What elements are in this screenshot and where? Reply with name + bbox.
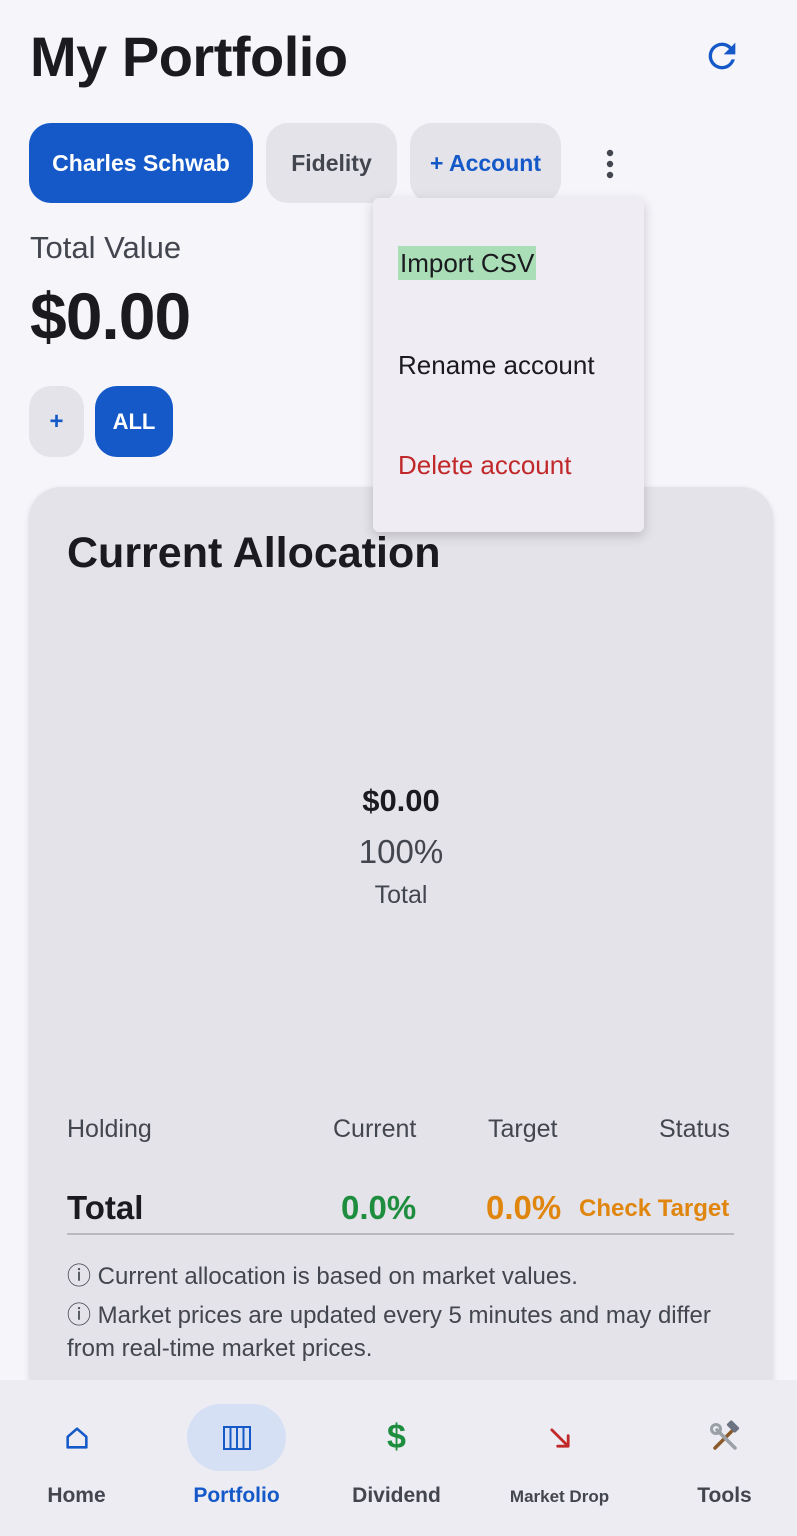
- menu-item-rename-account[interactable]: Rename account: [398, 350, 595, 381]
- nav-item-tools[interactable]: Tools: [648, 1380, 797, 1536]
- total-value-amount: $0.00: [30, 279, 191, 353]
- nav-label-home: Home: [47, 1484, 106, 1507]
- nav-indicator-portfolio: [187, 1404, 286, 1471]
- total-row-label: Total: [67, 1189, 144, 1226]
- total-row-status[interactable]: Check Target: [579, 1195, 729, 1223]
- total-row-current: 0.0%: [341, 1189, 417, 1226]
- nav-label-market-drop: Market Drop: [509, 1487, 610, 1506]
- allocation-center-label: Total: [374, 881, 428, 909]
- column-header-target: Target: [488, 1115, 558, 1143]
- allocation-title: Current Allocation: [67, 529, 441, 577]
- page-title: My Portfolio: [30, 25, 348, 88]
- account-options-menu: Import CSV Rename account Delete account: [373, 198, 644, 532]
- total-row-divider: [67, 1233, 734, 1235]
- portfolio-columns-icon: [222, 1425, 251, 1450]
- nav-label-tools: Tools: [697, 1484, 752, 1507]
- menu-item-delete-account[interactable]: Delete account: [398, 450, 571, 481]
- allocation-note-market-values: ⓘ Current allocation is based on market …: [67, 1263, 578, 1290]
- hammer-wrench-icon: [709, 1419, 739, 1450]
- dollar-icon: $: [387, 1418, 406, 1456]
- allocation-card: Current Allocation $0.00 100% Total Hold…: [29, 487, 773, 1407]
- nav-item-home[interactable]: Home: [0, 1380, 160, 1536]
- menu-item-import-csv-label: Import CSV: [398, 246, 537, 280]
- more-vert-icon: [606, 149, 614, 179]
- add-account-button[interactable]: + Account: [410, 123, 561, 203]
- home-icon: [65, 1426, 88, 1449]
- total-row-target: 0.0%: [486, 1189, 562, 1226]
- nav-indicator-market-drop: [510, 1404, 609, 1471]
- nav-label-portfolio: Portfolio: [193, 1484, 280, 1507]
- column-header-status: Status: [659, 1115, 730, 1143]
- nav-label-dividend: Dividend: [352, 1484, 441, 1507]
- account-chip-fidelity[interactable]: Fidelity: [266, 123, 397, 203]
- refresh-icon: [708, 42, 736, 70]
- allocation-center-percent: 100%: [358, 833, 444, 870]
- allocation-center-amount: $0.00: [362, 783, 440, 818]
- total-value-label: Total Value: [30, 230, 182, 265]
- nav-indicator-dividend: $: [347, 1404, 446, 1471]
- column-header-holding: Holding: [67, 1115, 152, 1143]
- portfolio-screen: My Portfolio Charles Schwab Fidelity + A…: [0, 0, 797, 1536]
- add-filter-button[interactable]: +: [29, 386, 84, 457]
- nav-indicator-home: [27, 1404, 126, 1471]
- refresh-button[interactable]: [698, 32, 746, 80]
- column-header-current: Current: [333, 1115, 417, 1143]
- nav-indicator-tools: [675, 1404, 774, 1471]
- bottom-navigation: Home Portfolio $ Dividend Market Drop To…: [0, 1380, 797, 1536]
- nav-item-portfolio[interactable]: Portfolio: [160, 1380, 320, 1536]
- trend-down-arrow-icon: [549, 1427, 570, 1448]
- allocation-note-price-updates: ⓘ Market prices are updated every 5 minu…: [67, 1302, 711, 1362]
- overflow-menu-button[interactable]: [590, 140, 630, 188]
- menu-item-import-csv[interactable]: Import CSV: [398, 246, 537, 280]
- account-chip-charles-schwab[interactable]: Charles Schwab: [29, 123, 253, 203]
- nav-item-dividend[interactable]: $ Dividend: [320, 1380, 480, 1536]
- nav-item-market-drop[interactable]: Market Drop: [483, 1380, 643, 1536]
- filter-all-button[interactable]: ALL: [95, 386, 173, 457]
